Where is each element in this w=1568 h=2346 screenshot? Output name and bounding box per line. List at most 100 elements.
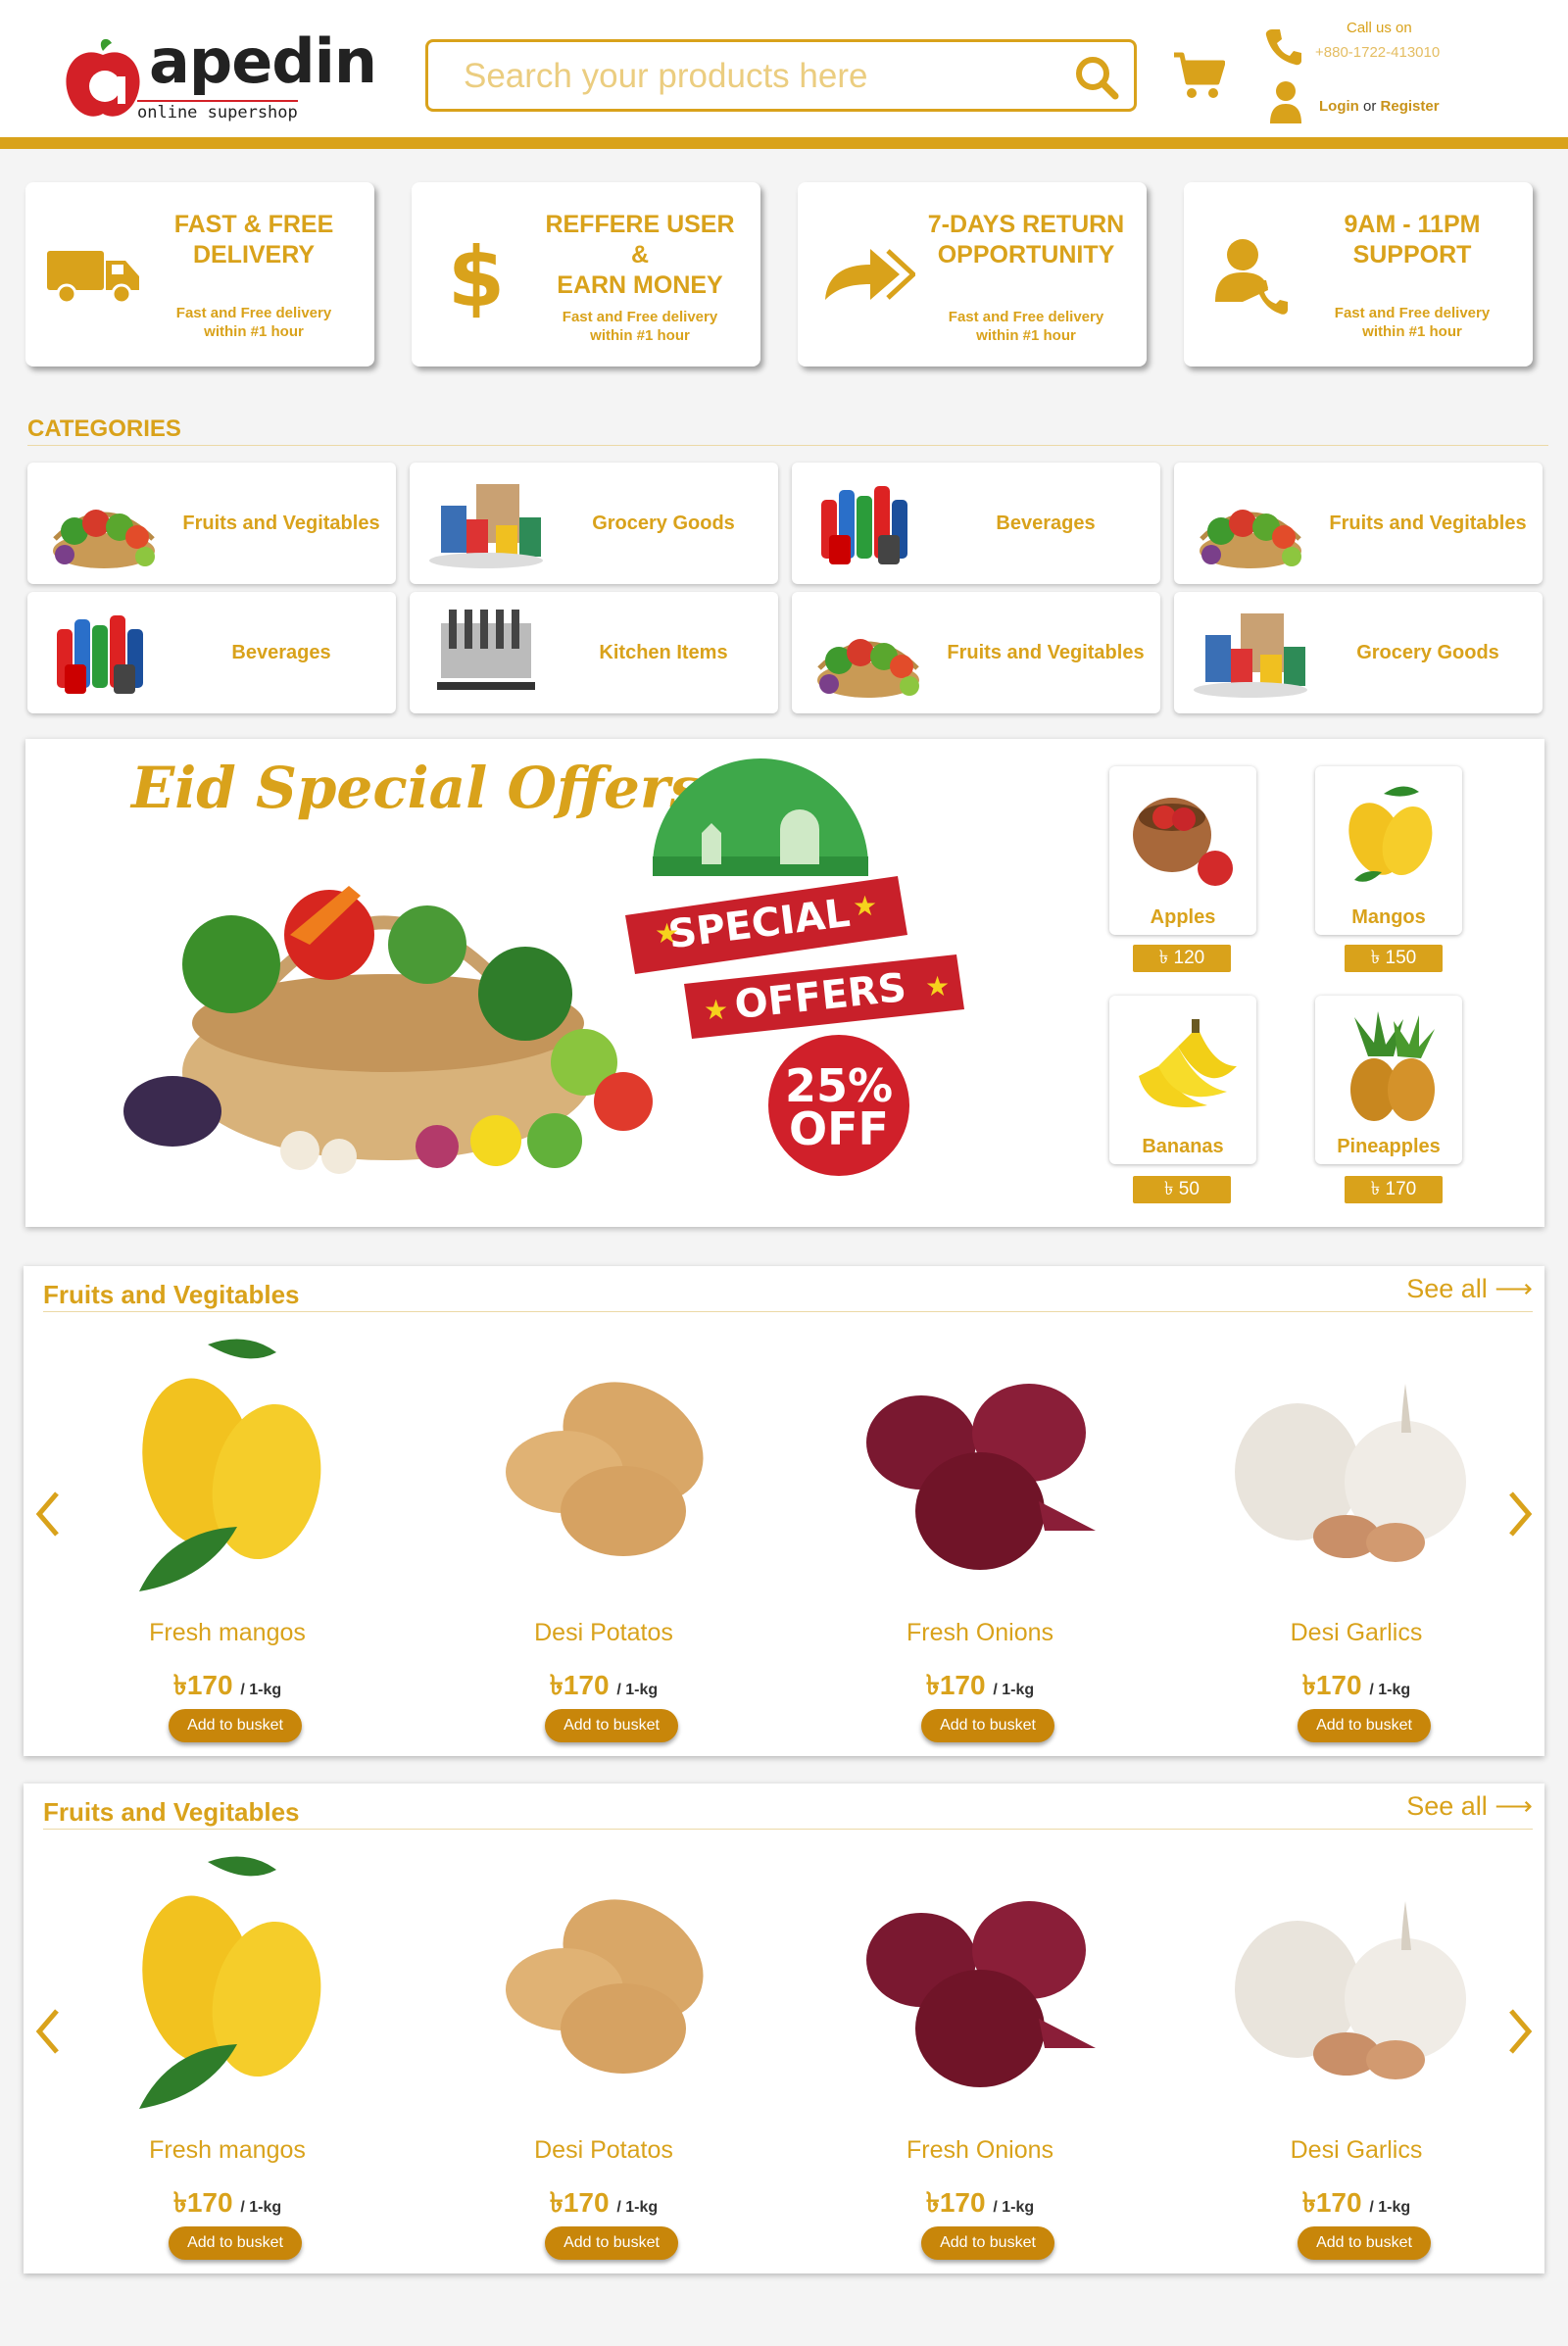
return-arrow-icon	[825, 249, 915, 300]
section-title: Fruits and Vegitables	[43, 1280, 300, 1309]
category-card[interactable]: Beverages	[27, 592, 396, 713]
phone-number[interactable]: +880-1722-413010	[1315, 44, 1440, 61]
product-section: Fruits and Vegitables See all ⟶ Fresh ma…	[24, 1266, 1544, 1756]
add-to-basket-button[interactable]: Add to busket	[921, 2226, 1054, 2260]
see-all-link[interactable]: See all ⟶	[1406, 1274, 1533, 1304]
badge-offers-text: OFFERS	[733, 965, 908, 1028]
chevron-left-icon[interactable]	[33, 1490, 63, 1539]
special-offer-badge: SPECIAL OFFERS ★ ★ ★ ★ 25% OFF	[625, 758, 964, 1176]
offer-item-card[interactable]: Apples	[1109, 766, 1256, 935]
product-card: Fresh Onions ৳170 / 1-kg Add to busket	[833, 1852, 1127, 2264]
feature-subtitle: Fast and Free delivery within #1 hour	[562, 309, 718, 344]
cart-icon[interactable]	[1172, 51, 1225, 100]
apple-logo-icon	[66, 38, 140, 117]
category-card[interactable]: Fruits and Vegitables	[27, 463, 396, 584]
mango-image	[139, 1856, 321, 2109]
offer-item-name: Bananas	[1142, 1136, 1224, 1157]
offer-item-card[interactable]: Mangos	[1315, 766, 1462, 935]
offer-item-card[interactable]: Bananas	[1109, 996, 1256, 1164]
search-input[interactable]	[464, 52, 1052, 101]
add-to-basket-button[interactable]: Add to busket	[1298, 2226, 1431, 2260]
offer-item-name: Apples	[1150, 906, 1216, 928]
auth-links: Login or Register	[1319, 98, 1440, 115]
product-name: Fresh Onions	[906, 2136, 1054, 2164]
category-card[interactable]: Fruits and Vegitables	[792, 592, 1160, 713]
vegetable-basket-icon	[53, 510, 155, 568]
beverages-icon	[821, 486, 907, 564]
add-to-basket-button[interactable]: Add to busket	[169, 1709, 302, 1742]
feature-title: 9AM - 11PM SUPPORT	[1344, 211, 1481, 269]
feature-card-support: 9AM - 11PM SUPPORT Fast and Free deliver…	[1184, 182, 1533, 367]
search-icon[interactable]	[1073, 54, 1120, 101]
feature-title: REFFERE USER & EARN MONEY	[545, 211, 735, 299]
product-name: Desi Garlics	[1290, 1619, 1423, 1646]
chevron-left-icon[interactable]	[33, 2007, 63, 2056]
see-all-link[interactable]: See all ⟶	[1406, 1791, 1533, 1822]
product-card: Fresh mangos ৳170 / 1-kg Add to busket	[80, 1852, 374, 2264]
category-card[interactable]: Beverages	[792, 463, 1160, 584]
offer-item-card[interactable]: Pineapples	[1315, 996, 1462, 1164]
mango-icon	[1348, 786, 1433, 882]
categories-heading: CATEGORIES	[27, 415, 181, 442]
product-name: Desi Potatos	[534, 1619, 673, 1646]
feature-subtitle: Fast and Free delivery within #1 hour	[1334, 305, 1491, 340]
discount-off: OFF	[789, 1102, 889, 1155]
category-label: Beverages	[231, 641, 331, 663]
mango-image	[139, 1339, 321, 1591]
register-link[interactable]: Register	[1381, 98, 1440, 115]
product-price: ৳170 / 1-kg	[172, 1670, 282, 1700]
product-card: Fresh Onions ৳170 / 1-kg Add to busket	[833, 1335, 1127, 1746]
feature-subtitle: Fast and Free delivery within #1 hour	[948, 309, 1104, 344]
feature-card-delivery: FAST & FREE DELIVERY Fast and Free deliv…	[25, 182, 374, 367]
svg-text:$: $	[448, 231, 505, 319]
product-card: Desi Potatos ৳170 / 1-kg Add to busket	[457, 1335, 751, 1746]
category-card[interactable]: Grocery Goods	[1174, 592, 1543, 713]
product-card: Desi Potatos ৳170 / 1-kg Add to busket	[457, 1852, 751, 2264]
product-card: Fresh mangos ৳170 / 1-kg Add to busket	[80, 1335, 374, 1746]
eid-offer-banner: Eid Special Offers SPECIAL OFFERS ★ ★ ★ …	[25, 739, 1544, 1227]
category-card[interactable]: Kitchen Items	[410, 592, 778, 713]
potato-image	[506, 1382, 704, 1556]
chevron-right-icon[interactable]	[1505, 1490, 1535, 1539]
banana-icon	[1139, 1019, 1237, 1107]
vegetable-basket-icon	[1200, 510, 1301, 568]
star-icon: ★	[655, 918, 679, 949]
onion-image	[866, 1901, 1096, 2087]
truck-icon	[47, 251, 139, 305]
brand-name: apedin	[149, 25, 377, 97]
category-label: Fruits and Vegitables	[1329, 512, 1527, 534]
login-link[interactable]: Login	[1319, 98, 1359, 115]
brand-logo[interactable]: apedin online supershop	[59, 18, 377, 125]
add-to-basket-button[interactable]: Add to busket	[1298, 1709, 1431, 1742]
feature-title: 7-DAYS RETURN OPPORTUNITY	[927, 211, 1125, 269]
divider	[27, 445, 1548, 446]
add-to-basket-button[interactable]: Add to busket	[545, 2226, 678, 2260]
potato-image	[506, 1899, 704, 2074]
product-card: Desi Garlics ৳170 / 1-kg Add to busket	[1209, 1335, 1503, 1746]
add-to-basket-button[interactable]: Add to busket	[169, 2226, 302, 2260]
feature-card-return: 7-DAYS RETURN OPPORTUNITY Fast and Free …	[798, 182, 1147, 367]
star-icon: ★	[704, 995, 728, 1025]
category-label: Fruits and Vegitables	[182, 512, 380, 534]
category-label: Fruits and Vegitables	[947, 641, 1145, 663]
product-price: ৳170 / 1-kg	[1301, 1670, 1411, 1700]
pineapple-icon	[1350, 1011, 1435, 1121]
category-card[interactable]: Fruits and Vegitables	[1174, 463, 1543, 584]
feature-title: FAST & FREE DELIVERY	[173, 211, 334, 269]
user-icon	[1270, 81, 1301, 123]
onion-image	[866, 1384, 1096, 1570]
offer-item-price: ৳ 150	[1345, 945, 1443, 972]
divider	[43, 1311, 1533, 1312]
product-card: Desi Garlics ৳170 / 1-kg Add to busket	[1209, 1852, 1503, 2264]
add-to-basket-button[interactable]: Add to busket	[545, 1709, 678, 1742]
product-name: Fresh mangos	[149, 1619, 306, 1646]
add-to-basket-button[interactable]: Add to busket	[921, 1709, 1054, 1742]
offer-item-price: ৳ 50	[1133, 1176, 1231, 1203]
kitchen-knives-icon	[437, 610, 535, 690]
support-icon	[1215, 239, 1288, 315]
chevron-right-icon[interactable]	[1505, 2007, 1535, 2056]
site-header: apedin online supershop Call us on +880-…	[0, 0, 1568, 149]
category-card[interactable]: Grocery Goods	[410, 463, 778, 584]
phone-icon[interactable]	[1264, 27, 1303, 67]
search-box	[425, 39, 1137, 112]
